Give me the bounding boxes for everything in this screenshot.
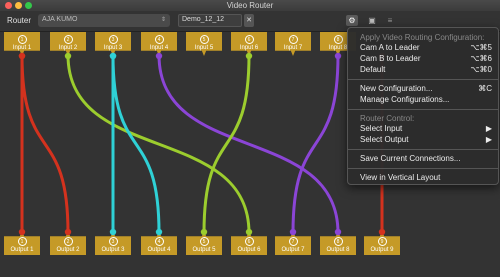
output-port-dot[interactable] [289, 228, 297, 236]
actions-menu: Apply Video Routing Configuration: Cam A… [347, 27, 499, 185]
input-port-dot[interactable] [245, 52, 253, 60]
input-port-dot[interactable] [64, 52, 72, 60]
menu-header-apply: Apply Video Routing Configuration: [360, 33, 485, 42]
submenu-arrow-icon: ▶ [485, 124, 492, 133]
router-label: Router [7, 16, 32, 25]
input-port-dot[interactable] [18, 52, 26, 60]
menu-separator [348, 149, 498, 150]
app-window: Video Router Router AJA KUMO ⇕ Demo_12_1… [0, 0, 500, 277]
title-bar: Video Router [0, 0, 500, 11]
clear-configuration-button[interactable]: ✕ [244, 14, 254, 27]
input-port-dot[interactable] [109, 52, 117, 60]
output-port-dot[interactable] [64, 228, 72, 236]
menu-item-select-input[interactable]: Select Input ▶ [348, 124, 498, 134]
menu-item-vertical-layout[interactable]: View in Vertical Layout [348, 173, 498, 183]
wire-input-1-output-2[interactable] [20, 53, 70, 235]
input-port-dot[interactable] [155, 52, 163, 60]
gear-icon[interactable]: ⚙ [346, 15, 358, 26]
wire-input-3-output-4[interactable] [111, 53, 161, 235]
menu-item-manage-configurations[interactable]: Manage Configurations... [348, 95, 498, 105]
output-port-dot[interactable] [334, 228, 342, 236]
output-port-dot[interactable] [245, 228, 253, 236]
output-port-dot[interactable] [18, 228, 26, 236]
menu-item-cam-b[interactable]: Cam B to Leader ⌥⌘6 [348, 54, 498, 64]
layout-icon[interactable]: ▣ [366, 15, 378, 26]
window-title: Video Router [226, 1, 274, 10]
wire-input-8-output-7[interactable] [291, 53, 340, 235]
submenu-arrow-icon: ▶ [485, 135, 492, 144]
router-select[interactable]: AJA KUMO ⇕ [38, 14, 170, 27]
output-port-dot[interactable] [109, 228, 117, 236]
menu-item-new-configuration[interactable]: New Configuration... ⌘C [348, 84, 498, 94]
menu-item-select-output[interactable]: Select Output ▶ [348, 135, 498, 145]
list-icon[interactable]: ≡ [384, 15, 396, 26]
menu-item-default[interactable]: Default ⌥⌘0 [348, 65, 498, 75]
wire-input-6-output-5[interactable] [202, 53, 251, 235]
chevron-updown-icon: ⇕ [160, 17, 166, 23]
menu-header-router: Router Control: [360, 114, 415, 123]
output-port-dot[interactable] [155, 228, 163, 236]
menu-separator [348, 79, 498, 80]
menu-separator [348, 109, 498, 110]
router-select-value: AJA KUMO [42, 16, 78, 23]
configuration-name-value: Demo_12_12 [182, 16, 225, 23]
output-port-dot[interactable] [200, 228, 208, 236]
menu-item-save-connections[interactable]: Save Current Connections... [348, 154, 498, 164]
output-port-dot[interactable] [378, 228, 386, 236]
menu-item-cam-a[interactable]: Cam A to Leader ⌥⌘5 [348, 43, 498, 53]
menu-separator [348, 168, 498, 169]
configuration-name-field[interactable]: Demo_12_12 [178, 14, 242, 27]
input-port-dot[interactable] [334, 52, 342, 60]
